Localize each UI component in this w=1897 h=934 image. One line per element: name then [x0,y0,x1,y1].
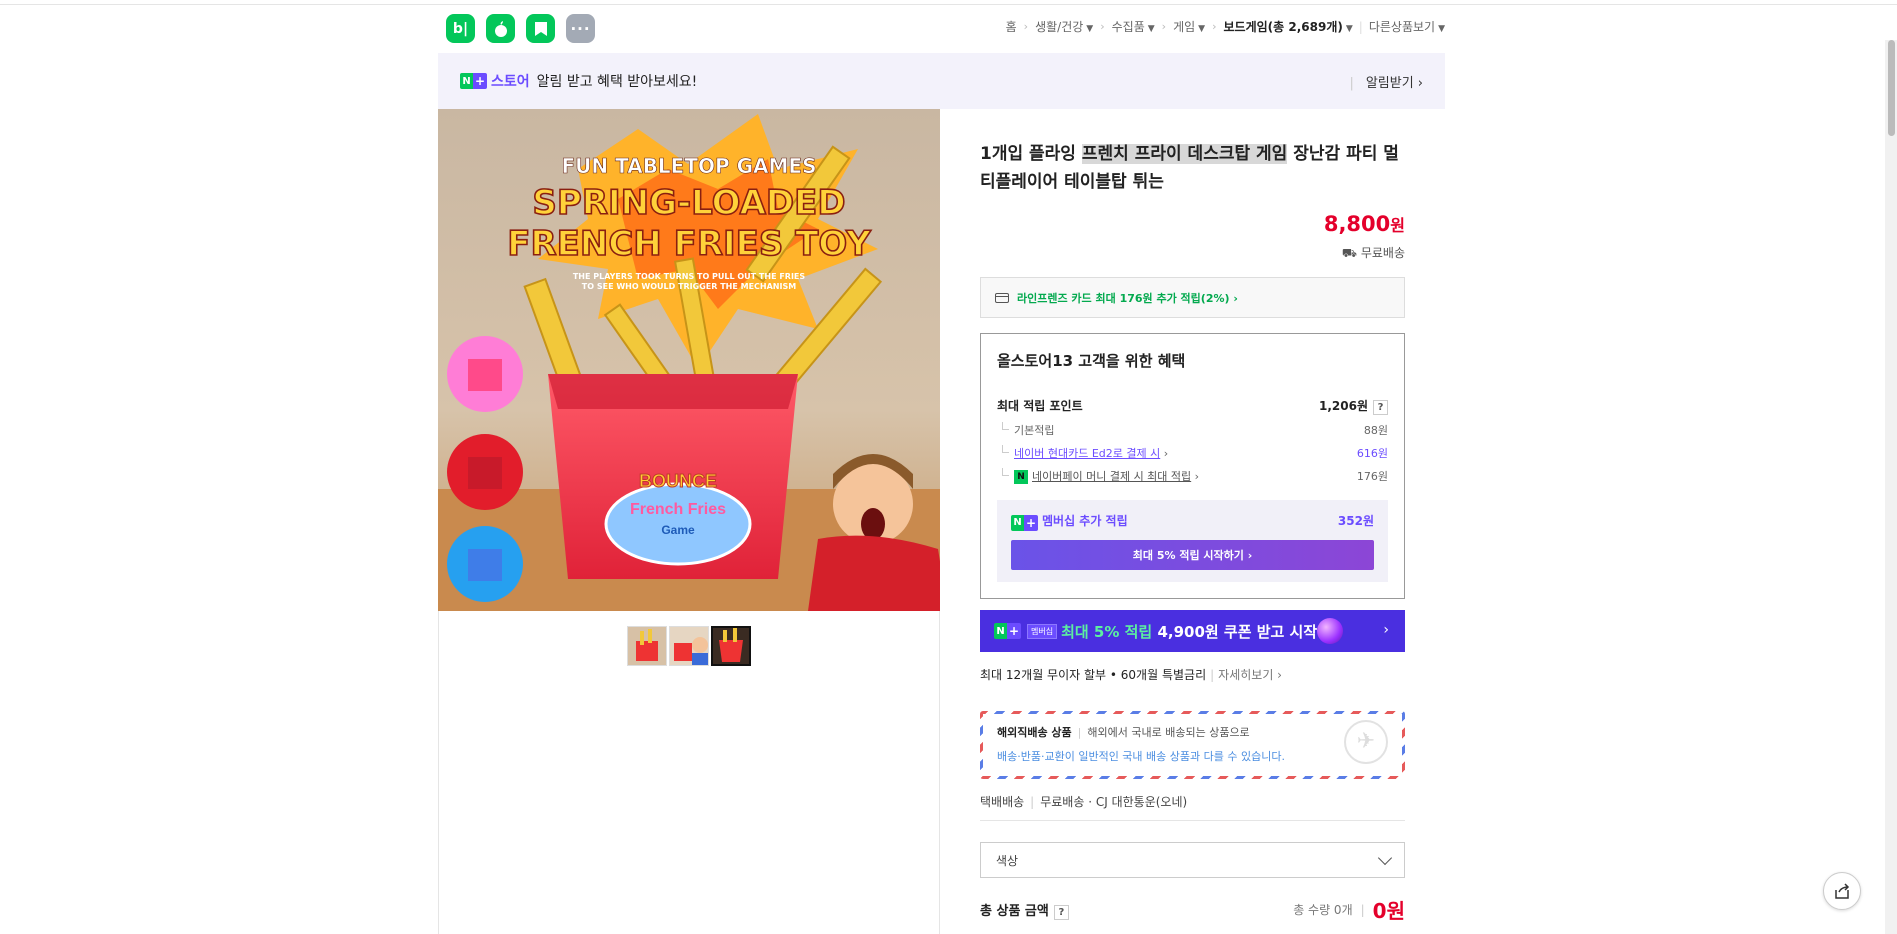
alarm-link[interactable]: | 알림받기 › [1349,72,1423,91]
thumbnail-2[interactable] [669,626,709,666]
crumb-collectibles[interactable]: 수집품 ▼ [1112,18,1155,35]
product-main-image[interactable]: BOUNCE French Fries Game FUN TABLETOP GA… [438,109,940,611]
benefits-box: 올스토어13 고객을 위한 혜택 최대 적립 포인트 1,206원? 기본적립 8… [980,333,1405,599]
nplus-logo-icon: N + [1011,514,1038,531]
benefits-heading: 올스토어13 고객을 위한 혜택 [997,352,1186,370]
other-products-dropdown[interactable]: 다른상품보기 ▼ [1369,18,1445,35]
more-icon[interactable]: ··· [566,14,595,43]
chevron-right-icon: › [1383,622,1389,638]
share-button[interactable] [1823,872,1861,910]
nplus-logo-icon: N + [460,73,487,89]
image-headline-top: FUN TABLETOP GAMES [562,154,817,178]
total-amount: 0원 [1372,899,1405,923]
nplus-logo-icon: N + [994,623,1021,639]
product-price: 8,800원 [1323,212,1405,236]
store-label: 스토어 [491,74,530,90]
total-price-row: 총 상품 금액? 총 수량 0개 | 0원 [980,895,1405,924]
coupon-orb-icon [1317,618,1343,644]
npay-money-link[interactable]: 네이버페이 머니 결제 시 최대 적립 [1032,470,1191,483]
apple-icon[interactable] [486,14,515,43]
crumb-home[interactable]: 홈 [1006,18,1017,35]
delivery-info: 택배배송 | 무료배송 · CJ 대한통운(오네) [980,795,1188,809]
image-subtext-2: TO SEE WHO WOULD TRIGGER THE MECHANISM [582,282,796,291]
chevron-down-icon [1377,850,1393,866]
installment-info: 최대 12개월 무이자 할부 • 60개월 특별금리 | 자세히보기 › [980,668,1282,682]
bookmark-icon[interactable] [526,14,555,43]
npay-icon: N [1014,470,1028,484]
page-scrollbar[interactable] [1885,40,1897,934]
scrollbar-thumb[interactable] [1888,40,1895,136]
color-option-select[interactable]: 색상 [980,842,1405,878]
hyundai-card-link[interactable]: 네이버 현대카드 Ed2로 결제 시 [1014,447,1160,460]
image-headline-1: SPRING-LOADED [532,183,845,223]
product-page: b| ··· 홈 › 생활/건강 ▼ › 수집품 ▼ › 게임 ▼ › 보드게임(총 2,68… [438,6,1445,934]
blog-icon[interactable]: b| [446,14,475,43]
credit-card-icon [995,292,1009,303]
benefit-row-card: 네이버 현대카드 Ed2로 결제 시 › 616원 [997,445,1388,461]
airplane-icon: ✈ [1344,720,1388,764]
breadcrumb: 홈 › 생활/건강 ▼ › 수집품 ▼ › 게임 ▼ › 보드게임(총 2,689개) ▼ | 다… [1005,18,1445,35]
image-box-text-3: Game [661,523,695,537]
notice-text: 알림 받고 혜택 받아보세요! [536,74,698,90]
membership-row: N + 멤버십 추가 적립 352원 [1011,512,1374,531]
membership-start-button[interactable]: 최대 5% 적립 시작하기 › [1011,540,1374,570]
truck-icon: ⛟ [1341,246,1361,260]
thumbnail-strip [627,626,751,666]
crumb-game[interactable]: 게임 ▼ [1173,18,1205,35]
top-border [0,0,1897,5]
image-box-text-1: BOUNCE [639,471,717,491]
overseas-shipping-notice: 해외직배송 상품 | 해외에서 국내로 배송되는 상품으로 배송·반품·교환이 일반… [980,711,1405,779]
thumbnail-3-selected[interactable] [711,626,751,666]
help-icon[interactable]: ? [1053,904,1069,920]
help-icon[interactable]: ? [1373,400,1388,415]
max-points-row: 최대 적립 포인트 1,206원? [997,397,1388,415]
shipping-info: ⛟ 무료배송 [1341,246,1405,260]
product-title: 1개입 플라잉 프렌치 프라이 데스크탑 게임 장난감 파티 멀티플레이어 테이… [980,144,1399,192]
membership-badge: 멤버십 [1027,623,1058,639]
membership-coupon-banner[interactable]: N + 멤버십 최대 5% 적립 4,900원 쿠폰 받고 시작 › [980,610,1405,652]
app-icons: b| ··· [446,14,595,43]
benefit-row-basic: 기본적립 88원 [997,422,1388,438]
crumb-boardgame[interactable]: 보드게임(총 2,689개) ▼ [1224,18,1353,35]
store-notice-bar: N + 스토어 알림 받고 혜택 받아보세요! | 알림받기 › [438,53,1445,109]
thumbnail-1[interactable] [627,626,667,666]
crumb-health[interactable]: 생활/건강 ▼ [1035,18,1093,35]
image-box-text-2: French Fries [630,501,726,518]
share-icon [1835,883,1850,899]
store-header: b| ··· 홈 › 생활/건강 ▼ › 수집품 ▼ › 게임 ▼ › 보드게임(총 2,68… [438,6,1445,52]
benefit-row-npay: N 네이버페이 머니 결제 시 최대 적립 › 176원 [997,468,1388,484]
card-benefit-link[interactable]: 라인프렌즈 카드 최대 176원 추가 적립(2%) › [980,277,1405,318]
divider [980,820,1405,821]
image-subtext-1: THE PLAYERS TOOK TURNS TO PULL OUT THE F… [573,272,806,281]
image-headline-2: FRENCH FRIES TOY [507,224,871,264]
installment-details-link[interactable]: 자세히보기 › [1218,668,1282,682]
membership-box: N + 멤버십 추가 적립 352원 최대 5% 적립 시작하기 › [997,500,1388,582]
